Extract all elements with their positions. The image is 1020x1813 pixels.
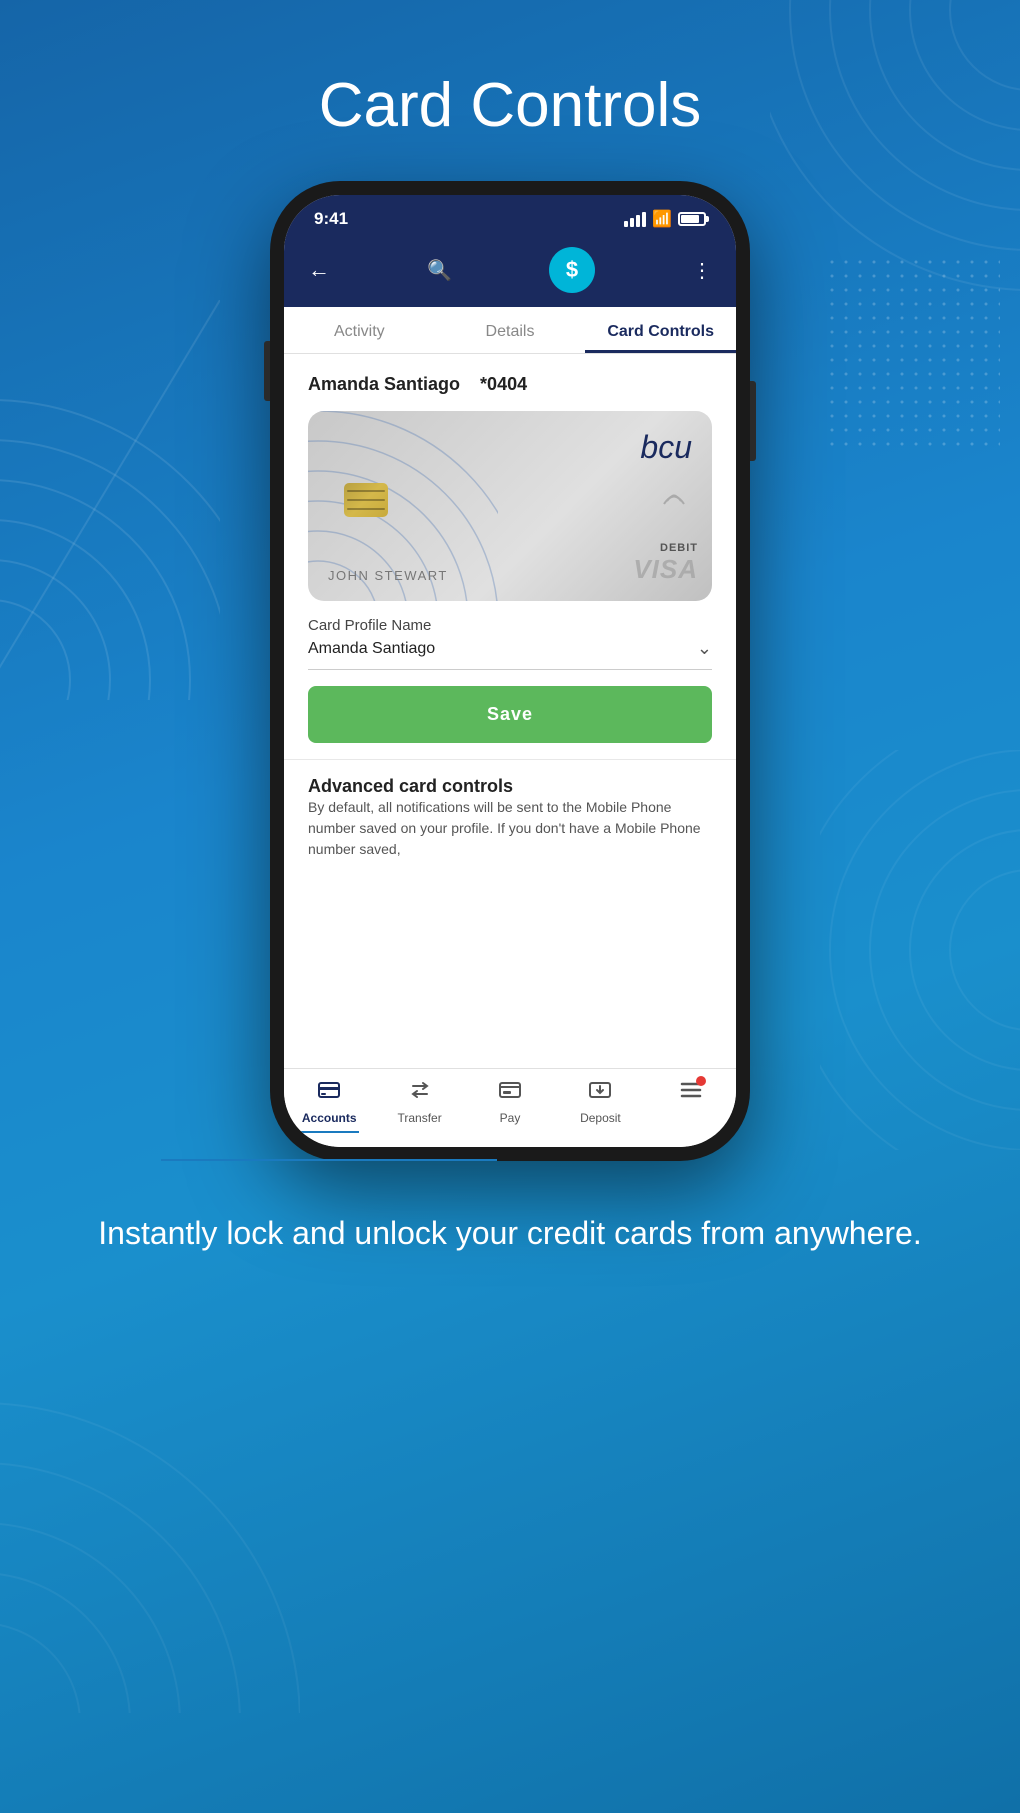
- status-time: 9:41: [314, 209, 348, 229]
- status-bar: 9:41 📶: [284, 195, 736, 237]
- back-button[interactable]: ←: [308, 257, 330, 283]
- tab-bar: Activity Details Card Controls: [284, 307, 736, 354]
- card-chip: [344, 483, 388, 517]
- nav-accounts[interactable]: Accounts: [284, 1079, 374, 1133]
- card-content: Amanda Santiago *0404: [284, 354, 736, 1068]
- decorative-arcs-bottom-left: [0, 1363, 300, 1713]
- decorative-arcs-right-mid: [820, 750, 1020, 1150]
- accounts-icon: [317, 1079, 341, 1107]
- bottom-nav: Accounts Transfer: [284, 1068, 736, 1147]
- card-visa-text: VISA: [633, 554, 698, 585]
- bottom-tagline: Instantly lock and unlock your credit ca…: [18, 1211, 1001, 1256]
- battery-icon: [678, 212, 706, 226]
- card-visa-area: DEBIT VISA: [633, 542, 698, 585]
- phone-shell: 9:41 📶 ← 🔍 $ ⋮: [270, 181, 750, 1161]
- card-debit-label: DEBIT: [633, 542, 698, 554]
- card-owner-name: Amanda Santiago *0404: [308, 374, 527, 394]
- app-logo: $: [549, 247, 595, 293]
- menu-badge-dot: [696, 1076, 706, 1086]
- card-brand-logo: bcu: [640, 429, 692, 466]
- decorative-arcs-right-top: [770, 0, 1020, 300]
- dot-pattern: [830, 260, 1000, 450]
- section-divider: [284, 759, 736, 760]
- bcu-text: bcu: [640, 429, 692, 465]
- status-icons: 📶: [624, 209, 706, 229]
- nav-transfer-label: Transfer: [397, 1111, 441, 1125]
- debit-card-visual: bcu DEBIT: [308, 411, 712, 601]
- chevron-down-icon: ⌄: [697, 638, 712, 659]
- phone-screen: 9:41 📶 ← 🔍 $ ⋮: [284, 195, 736, 1147]
- nav-menu[interactable]: [646, 1079, 736, 1133]
- advanced-title: Advanced card controls: [308, 776, 712, 797]
- wifi-icon: 📶: [652, 209, 672, 229]
- phone-mockup: 9:41 📶 ← 🔍 $ ⋮: [270, 181, 750, 1161]
- deposit-icon: [588, 1079, 612, 1107]
- nav-pay[interactable]: Pay: [465, 1079, 555, 1133]
- advanced-section: Advanced card controls By default, all n…: [308, 776, 712, 860]
- nav-deposit-label: Deposit: [580, 1111, 621, 1125]
- transfer-icon: [408, 1079, 432, 1107]
- card-holder-name: JOHN STEWART: [328, 568, 448, 583]
- logo-text: $: [566, 257, 578, 283]
- nav-accounts-label: Accounts: [302, 1111, 357, 1125]
- profile-name-field: Card Profile Name Amanda Santiago ⌄: [308, 617, 712, 670]
- nav-deposit[interactable]: Deposit: [555, 1079, 645, 1133]
- tab-activity[interactable]: Activity: [284, 307, 435, 353]
- menu-icon: [679, 1079, 703, 1107]
- advanced-desc: By default, all notifications will be se…: [308, 797, 712, 860]
- save-button[interactable]: Save: [308, 686, 712, 743]
- pay-icon: [498, 1079, 522, 1107]
- tab-card-controls[interactable]: Card Controls: [585, 307, 736, 353]
- contactless-icon: [662, 483, 686, 519]
- profile-field-value: Amanda Santiago: [308, 640, 435, 658]
- nav-pay-label: Pay: [500, 1111, 521, 1125]
- tab-details[interactable]: Details: [435, 307, 586, 353]
- profile-field-label: Card Profile Name: [308, 617, 712, 634]
- signal-icon: [624, 212, 646, 227]
- menu-button[interactable]: ⋮: [692, 258, 712, 283]
- nav-transfer[interactable]: Transfer: [374, 1079, 464, 1133]
- decorative-arcs-left: [0, 300, 220, 700]
- search-button[interactable]: 🔍: [427, 258, 452, 283]
- app-header: ← 🔍 $ ⋮: [284, 237, 736, 307]
- profile-select[interactable]: Amanda Santiago ⌄: [308, 638, 712, 670]
- card-owner-header: Amanda Santiago *0404: [308, 374, 712, 395]
- page-title: Card Controls: [319, 70, 701, 141]
